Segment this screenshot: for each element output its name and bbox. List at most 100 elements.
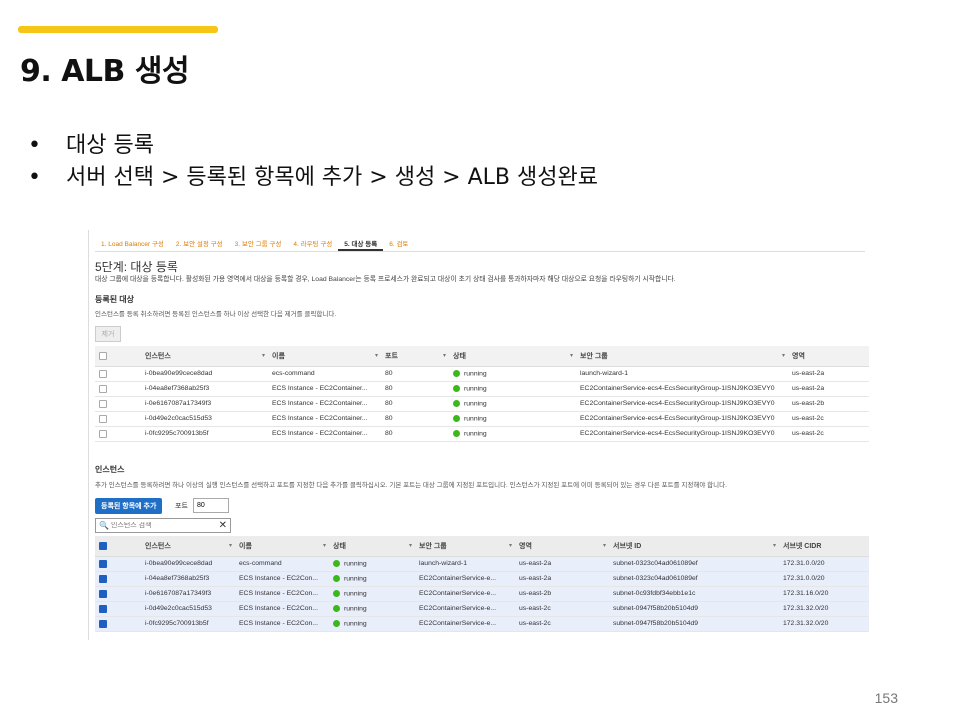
row-checkbox[interactable] <box>95 366 141 382</box>
status-running-icon <box>333 619 340 627</box>
port-input[interactable] <box>193 498 229 513</box>
column-header[interactable]: 상태 ▾ <box>329 536 415 557</box>
column-header[interactable]: 영역 <box>788 346 869 367</box>
bullet-list: 대상 등록 서버 선택 > 등록된 항목에 추가 > 생성 > ALB 생성완료 <box>28 130 598 194</box>
select-all-checkbox[interactable] <box>95 536 141 557</box>
table-cell: ECS Instance - EC2Con... <box>235 601 329 617</box>
column-header[interactable]: 이름 ▾ <box>235 536 329 557</box>
column-header[interactable]: 영역 ▾ <box>515 536 609 557</box>
tab-security-settings[interactable]: 2. 보안 설정 구성 <box>170 234 229 251</box>
table-row[interactable]: i-04ea8ef7368ab25f3 ECS Instance - EC2Con… <box>95 381 869 397</box>
table-cell: EC2ContainerService-e... <box>415 571 515 587</box>
tab-register-targets[interactable]: 5. 대상 등록 <box>338 234 384 251</box>
remove-button[interactable]: 제거 <box>95 326 121 342</box>
table-cell: EC2ContainerService-ecs4-EcsSecurityGrou… <box>576 396 788 412</box>
table-cell: 80 <box>381 411 449 427</box>
table-header-row: 인스턴스 ▾ 이름 ▾ 포트 ▾ 상태 ▾ 보안 그룹 ▾ 영역 <box>95 346 869 367</box>
table-cell: i-0e6167087a17349f3 <box>141 396 268 412</box>
table-cell: subnet-0c93fdbf34ebb1e1c <box>609 586 779 602</box>
table-cell: 80 <box>381 396 449 412</box>
tab-security-groups[interactable]: 3. 보안 그룹 구성 <box>229 234 288 251</box>
table-cell: launch-wizard-1 <box>415 556 515 572</box>
status-running-icon <box>333 604 340 612</box>
column-header[interactable]: 보안 그룹 ▾ <box>415 536 515 557</box>
search-input[interactable] <box>110 522 219 529</box>
row-checkbox[interactable] <box>95 411 141 427</box>
table-row[interactable]: i-0e6167087a17349f3 ECS Instance - EC2Con… <box>95 586 869 602</box>
table-cell: us-east-2b <box>788 396 869 412</box>
row-checkbox[interactable] <box>95 426 141 442</box>
table-row[interactable]: i-0d49e2c0cac515d53 ECS Instance - EC2Con… <box>95 411 869 427</box>
table-cell: ECS Instance - EC2Container... <box>268 381 381 397</box>
search-icon: 🔍 <box>99 521 109 530</box>
status-running-icon <box>453 369 460 377</box>
status-running-icon <box>453 399 460 407</box>
table-row[interactable]: i-0bea90e99cece8dad ecs-command 80 running l… <box>95 366 869 382</box>
row-checkbox[interactable] <box>95 556 141 572</box>
tab-routing[interactable]: 4. 라우팅 구성 <box>287 234 338 251</box>
table-cell: running <box>329 586 415 602</box>
table-cell: running <box>449 411 576 427</box>
table-cell: subnet-0323c04ad061089ef <box>609 556 779 572</box>
table-cell: 80 <box>381 381 449 397</box>
column-header[interactable]: 이름 ▾ <box>268 346 381 367</box>
table-cell: ECS Instance - EC2Con... <box>235 571 329 587</box>
table-cell: us-east-2c <box>515 601 609 617</box>
column-header[interactable]: 포트 ▾ <box>381 346 449 367</box>
column-header[interactable]: 서브넷 CIDR <box>779 536 869 557</box>
table-cell: i-0fc9295c700913b5f <box>141 426 268 442</box>
add-to-registered-button[interactable]: 등록된 항목에 추가 <box>95 498 163 514</box>
row-checkbox[interactable] <box>95 586 141 602</box>
status-running-icon <box>453 429 460 437</box>
table-cell: running <box>449 396 576 412</box>
row-checkbox[interactable] <box>95 601 141 617</box>
instance-search[interactable]: 🔍 ✕ <box>95 518 231 533</box>
column-header[interactable]: 인스턴스 ▾ <box>141 536 235 557</box>
sort-icon: ▾ <box>772 543 776 549</box>
row-checkbox[interactable] <box>95 381 141 397</box>
table-cell: us-east-2c <box>515 616 609 632</box>
table-row[interactable]: i-0bea90e99cece8dad ecs-command running lau… <box>95 556 869 572</box>
table-cell: ECS Instance - EC2Container... <box>268 396 381 412</box>
table-cell: 172.31.32.0/20 <box>779 616 869 632</box>
tab-review[interactable]: 6. 검토 <box>383 234 414 251</box>
sort-icon: ▾ <box>374 353 378 359</box>
sort-icon: ▾ <box>442 353 446 359</box>
table-cell: us-east-2a <box>788 381 869 397</box>
row-checkbox[interactable] <box>95 396 141 412</box>
console-screenshot: 1. Load Balancer 구성 2. 보안 설정 구성 3. 보안 그룹… <box>88 230 869 640</box>
table-row[interactable]: i-0fc9295c700913b5f ECS Instance - EC2Con… <box>95 426 869 442</box>
table-row[interactable]: i-0e6167087a17349f3 ECS Instance - EC2Con… <box>95 396 869 412</box>
status-running-icon <box>453 384 460 392</box>
table-cell: ECS Instance - EC2Container... <box>268 426 381 442</box>
registered-description: 인스턴스를 등록 취소하려면 등록된 인스턴스를 하나 이상 선택한 다음 제거… <box>95 311 337 318</box>
column-header[interactable]: 인스턴스 ▾ <box>141 346 268 367</box>
table-cell: EC2ContainerService-e... <box>415 586 515 602</box>
select-all-checkbox[interactable] <box>95 346 141 367</box>
table-cell: i-0e6167087a17349f3 <box>141 586 235 602</box>
table-cell: i-04ea8ef7368ab25f3 <box>141 381 268 397</box>
table-cell: us-east-2b <box>515 586 609 602</box>
table-cell: ecs-command <box>235 556 329 572</box>
close-icon[interactable]: ✕ <box>219 520 227 531</box>
column-header[interactable]: 상태 ▾ <box>449 346 576 367</box>
sort-icon: ▾ <box>322 543 326 549</box>
column-header[interactable]: 보안 그룹 ▾ <box>576 346 788 367</box>
table-cell: us-east-2a <box>515 556 609 572</box>
table-row[interactable]: i-0fc9295c700913b5f ECS Instance - EC2Con… <box>95 616 869 632</box>
table-cell: i-0fc9295c700913b5f <box>141 616 235 632</box>
table-cell: subnet-0947f58b20b5104d9 <box>609 601 779 617</box>
instances-description: 추가 인스턴스를 등록하려면 하나 이상의 실행 인스턴스를 선택하고 포트를 … <box>95 482 727 489</box>
table-cell: 172.31.32.0/20 <box>779 601 869 617</box>
status-running-icon <box>333 574 340 582</box>
sort-icon: ▾ <box>261 353 265 359</box>
slide-title: 9. ALB 생성 <box>20 54 190 89</box>
table-row[interactable]: i-04ea8ef7368ab25f3 ECS Instance - EC2Con… <box>95 571 869 587</box>
tab-load-balancer[interactable]: 1. Load Balancer 구성 <box>95 234 170 251</box>
row-checkbox[interactable] <box>95 616 141 632</box>
table-cell: running <box>449 366 576 382</box>
table-row[interactable]: i-0d49e2c0cac515d53 ECS Instance - EC2Con… <box>95 601 869 617</box>
row-checkbox[interactable] <box>95 571 141 587</box>
table-cell: EC2ContainerService-ecs4-EcsSecurityGrou… <box>576 426 788 442</box>
column-header[interactable]: 서브넷 ID ▾ <box>609 536 779 557</box>
